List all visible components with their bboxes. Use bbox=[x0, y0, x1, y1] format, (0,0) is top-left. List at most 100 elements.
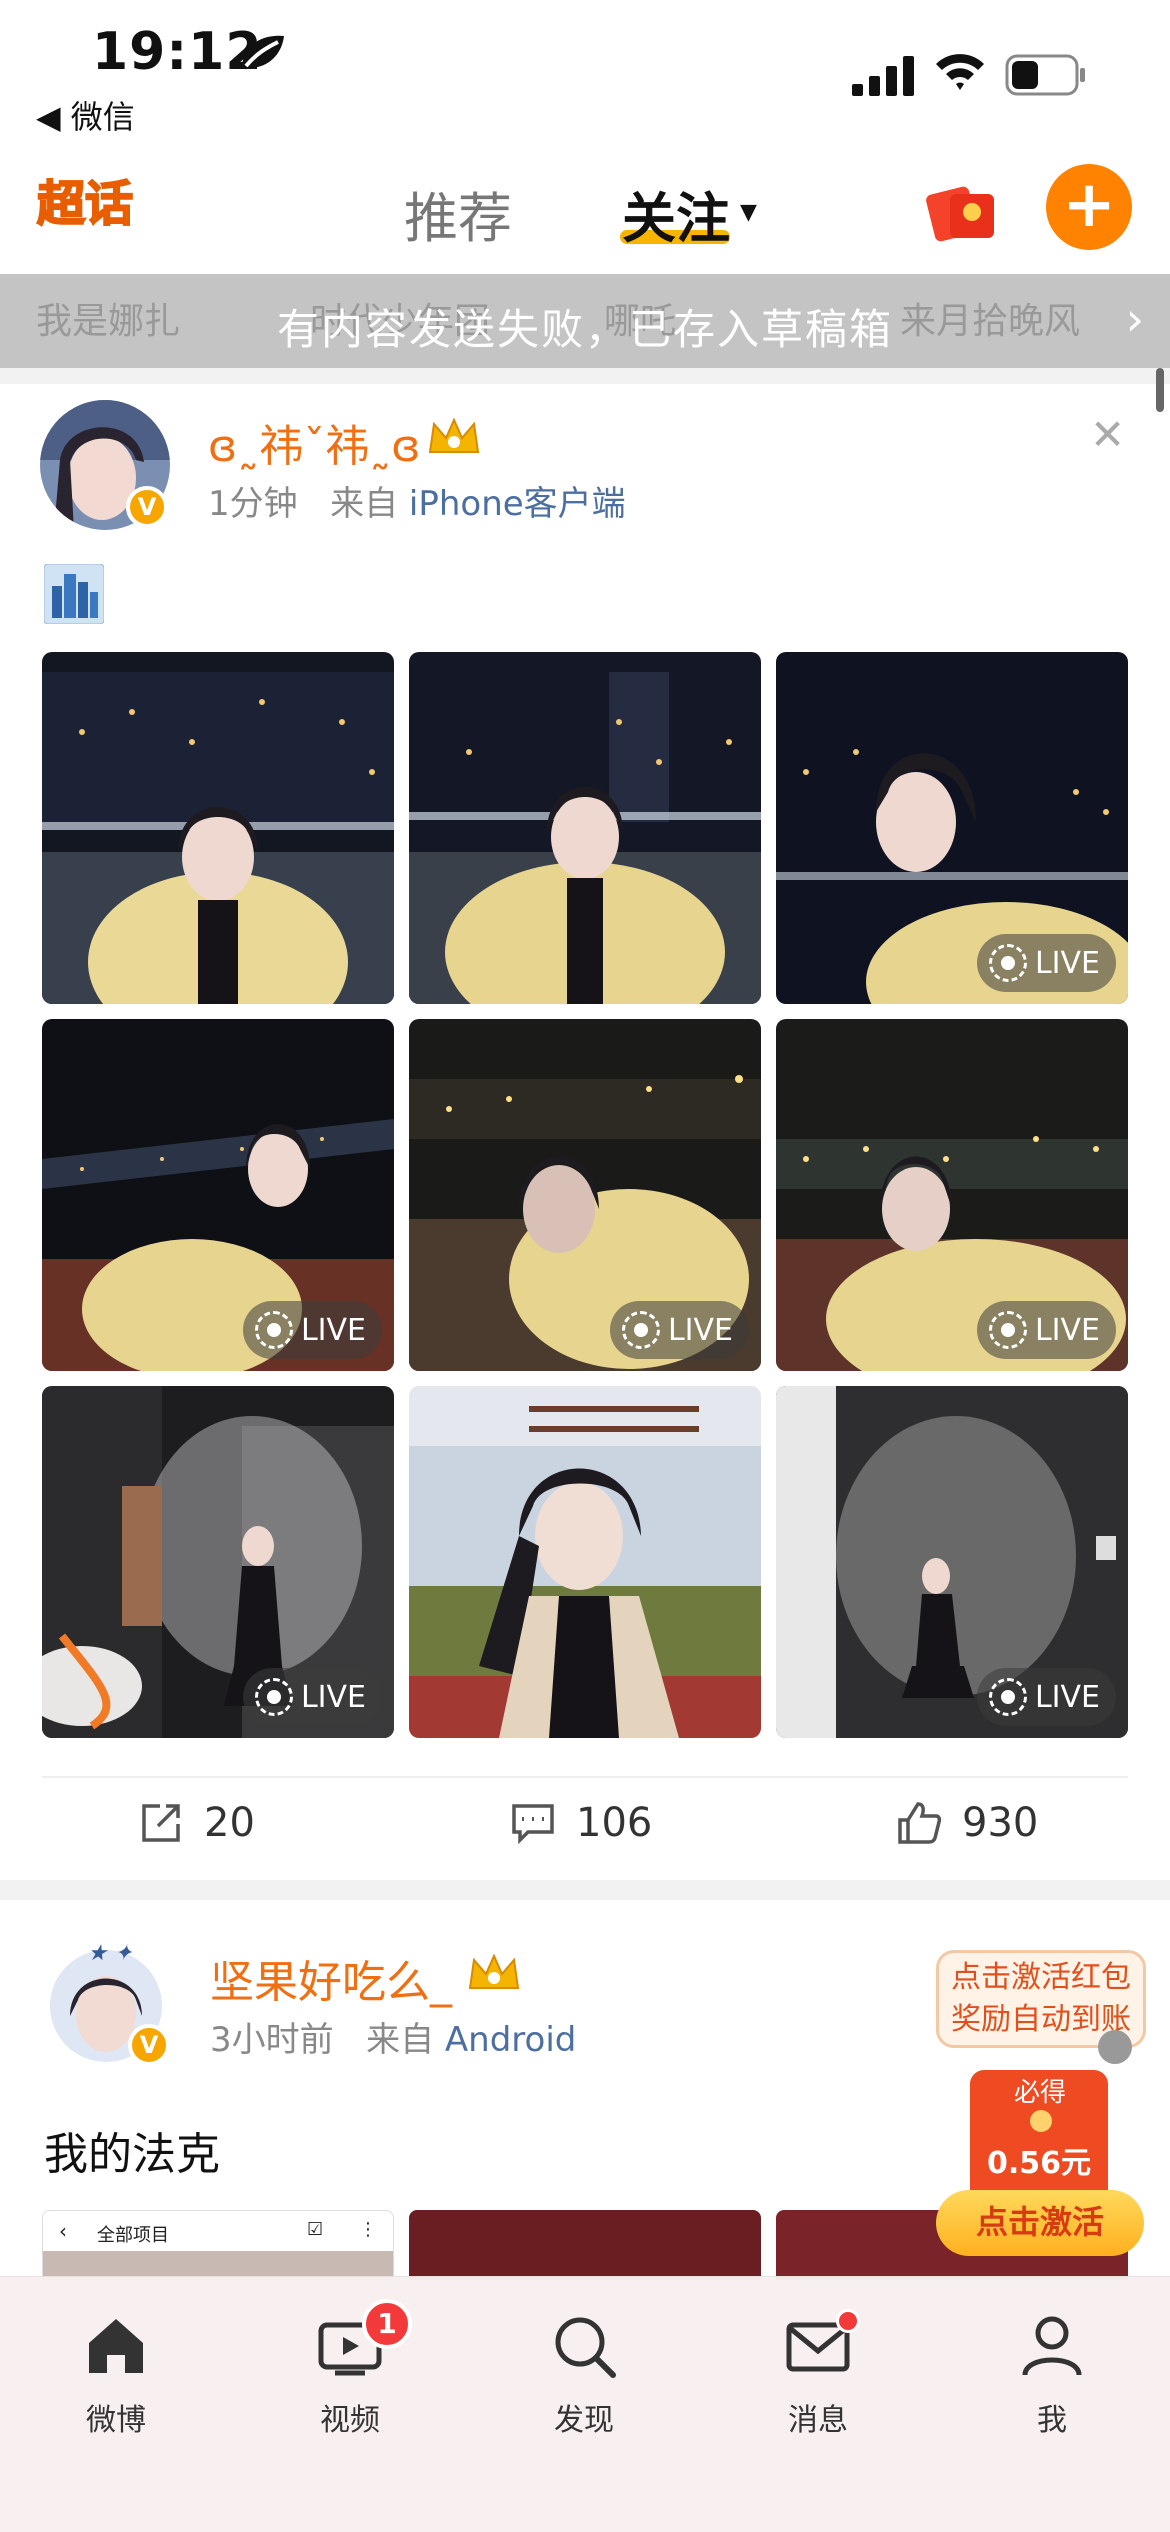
tab-video[interactable]: 1 视频 bbox=[280, 2299, 420, 2439]
home-icon bbox=[89, 2319, 143, 2373]
more-icon: ⋮ bbox=[359, 2219, 377, 2240]
post-time: 3小时前 bbox=[210, 2020, 334, 2060]
tab-messages[interactable]: 消息 bbox=[748, 2309, 888, 2439]
comment-button[interactable]: 106 bbox=[510, 1800, 652, 1846]
live-icon bbox=[988, 1311, 1027, 1349]
tab-label: 消息 bbox=[788, 2403, 848, 2438]
battery-icon bbox=[1005, 54, 1085, 96]
photo-grid: LIVE LIVE LIVE LIVE LIVE LIVE bbox=[42, 652, 1128, 1738]
live-photo-badge: LIVE bbox=[976, 1301, 1116, 1359]
crown-icon bbox=[468, 1953, 520, 1989]
comment-count: 106 bbox=[576, 1800, 653, 1846]
post-photo[interactable]: LIVE bbox=[776, 1386, 1128, 1738]
tab-label: 发现 bbox=[554, 2403, 614, 2438]
video-badge: 1 bbox=[362, 2299, 412, 2349]
post-photo[interactable] bbox=[42, 652, 394, 1004]
promo-must-get: 必得 bbox=[1013, 2078, 1066, 2108]
promo-line-1: 点击激活红包 bbox=[951, 1960, 1131, 1995]
chip-strip-edge bbox=[0, 368, 1170, 384]
post-source[interactable]: iPhone客户端 bbox=[409, 484, 626, 524]
post-photo[interactable] bbox=[409, 652, 761, 1004]
coin-icon bbox=[1030, 2110, 1052, 2132]
post-meta: 3小时前 来自 Android bbox=[210, 2012, 576, 2061]
status-time: 19:12 bbox=[92, 22, 263, 82]
like-count: 930 bbox=[962, 1800, 1039, 1846]
tab-me[interactable]: 我 bbox=[982, 2311, 1122, 2439]
thumbs-up-icon bbox=[898, 1802, 942, 1844]
post-from-label: 来自 bbox=[330, 484, 399, 524]
live-photo-badge: LIVE bbox=[242, 1301, 382, 1359]
chaohua-logo[interactable]: 超话 bbox=[30, 168, 140, 236]
promo-close-icon[interactable] bbox=[1098, 2030, 1132, 2064]
activate-button[interactable]: 点击激活 bbox=[936, 2190, 1144, 2256]
tab-label: 视频 bbox=[320, 2403, 380, 2438]
compose-plus-button[interactable]: + bbox=[1046, 164, 1132, 250]
bottom-tab-bar: 微博 1 视频 发现 消息 我 bbox=[0, 2276, 1170, 2532]
tab-label: 我 bbox=[1037, 2403, 1067, 2438]
live-icon bbox=[254, 1311, 293, 1349]
tab-label: 微博 bbox=[86, 2403, 146, 2438]
post-meta: 1分钟 来自 iPhone客户端 bbox=[208, 476, 626, 525]
post-from-label: 来自 bbox=[366, 2020, 435, 2060]
back-to-app-link[interactable]: ◀ 微信 bbox=[36, 92, 135, 138]
post-photo[interactable]: LIVE bbox=[409, 1019, 761, 1371]
live-photo-badge: LIVE bbox=[976, 1668, 1116, 1726]
svg-text:超话: 超话 bbox=[37, 176, 133, 232]
repost-count: 20 bbox=[204, 1800, 255, 1846]
like-button[interactable]: 930 bbox=[896, 1800, 1038, 1846]
post-photo[interactable]: LIVE bbox=[42, 1386, 394, 1738]
live-photo-badge: LIVE bbox=[242, 1668, 382, 1726]
red-packet-icon[interactable] bbox=[924, 176, 1000, 242]
promo-amount: 0.56元 bbox=[986, 2146, 1092, 2181]
post-time: 1分钟 bbox=[208, 484, 298, 524]
chevron-left-icon: ‹ bbox=[59, 2219, 67, 2243]
post-source[interactable]: Android bbox=[445, 2020, 576, 2060]
tab-weibo[interactable]: 微博 bbox=[46, 2311, 186, 2439]
svg-text:★ ✦: ★ ✦ bbox=[87, 1941, 134, 1966]
live-label: LIVE bbox=[667, 1312, 733, 1348]
live-icon bbox=[988, 1678, 1027, 1716]
tab-discover[interactable]: 发现 bbox=[514, 2311, 654, 2439]
post-divider bbox=[0, 1880, 1170, 1900]
toast-message: 有内容发送失败，已存入草稿箱 bbox=[276, 305, 893, 354]
repost-button[interactable]: 20 bbox=[138, 1800, 255, 1846]
feed-post[interactable]: V ɞ˷祎ˇ祎˷ɞ 1分钟 来自 iPhone客户端 ✕ LIVE LIVE L… bbox=[0, 384, 1170, 1880]
caret-down-icon[interactable]: ▼ bbox=[740, 200, 757, 225]
live-icon bbox=[254, 1678, 293, 1716]
post-photo[interactable]: ‹ 全部项目 ☑ ⋮ bbox=[42, 2210, 394, 2280]
message-dot-badge bbox=[836, 2309, 860, 2333]
live-icon bbox=[621, 1311, 660, 1349]
verified-badge-icon: V bbox=[126, 486, 168, 528]
profile-icon bbox=[1022, 2316, 1082, 2376]
tab-follow[interactable]: 关注 bbox=[622, 174, 730, 253]
post-photo[interactable]: LIVE bbox=[776, 1019, 1128, 1371]
checkbox-icon: ☑ bbox=[307, 2219, 324, 2240]
live-icon bbox=[988, 944, 1027, 982]
tab-recommend[interactable]: 推荐 bbox=[404, 174, 512, 253]
share-icon bbox=[142, 1804, 180, 1842]
post-photo[interactable] bbox=[409, 1386, 761, 1738]
close-icon[interactable]: ✕ bbox=[1090, 410, 1125, 459]
post-photo[interactable]: LIVE bbox=[42, 1019, 394, 1371]
live-label: LIVE bbox=[300, 1312, 366, 1348]
cellular-signal-icon bbox=[852, 56, 914, 96]
search-icon bbox=[555, 2317, 616, 2378]
live-label: LIVE bbox=[300, 1679, 366, 1715]
post-text[interactable]: 我的法克 bbox=[44, 2118, 220, 2182]
post-action-bar: 20 106 930 bbox=[42, 1776, 1128, 1876]
author-name[interactable]: ɞ˷祎ˇ祎˷ɞ bbox=[208, 410, 420, 474]
post-photo[interactable]: LIVE bbox=[776, 652, 1128, 1004]
live-photo-badge: LIVE bbox=[609, 1301, 749, 1359]
wifi-icon bbox=[936, 54, 984, 90]
send-failed-toast[interactable]: 我是娜扎 时代少年团 哪吒 来月拾晚风 有内容发送失败，已存入草稿箱 › bbox=[0, 274, 1170, 368]
focus-mode-icon bbox=[242, 35, 284, 69]
verified-badge-icon: V bbox=[128, 2024, 170, 2066]
live-label: LIVE bbox=[1034, 1679, 1100, 1715]
author-name[interactable]: 坚果好吃么_ bbox=[210, 1946, 452, 2010]
chevron-right-icon: › bbox=[1125, 292, 1144, 346]
post-photo[interactable] bbox=[409, 2210, 761, 2280]
comment-icon bbox=[512, 1804, 554, 1845]
live-photo-badge: LIVE bbox=[976, 934, 1116, 992]
live-label: LIVE bbox=[1034, 945, 1100, 981]
top-navigation: 超话 推荐 关注 ▼ + bbox=[0, 150, 1170, 275]
